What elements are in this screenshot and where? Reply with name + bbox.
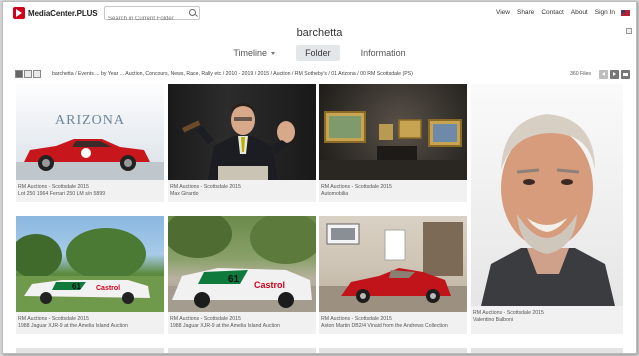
tab-timeline[interactable]: Timeline	[224, 45, 284, 61]
sponsor-text: Castrol	[96, 285, 120, 292]
portrait-image	[481, 114, 615, 306]
prev-page-icon[interactable]	[599, 70, 608, 79]
photo-caption-subtitle: Max Girardo	[170, 191, 199, 197]
aston-martin-image	[319, 222, 467, 312]
tab-information-label: Information	[360, 48, 406, 58]
photo-thumbnail[interactable]	[471, 84, 623, 306]
photo-caption-subtitle: Automobilia	[321, 191, 349, 197]
photo-card[interactable]: RM Auctions - Scottsdale 2015 Max Girard…	[168, 84, 316, 202]
list-view-icon[interactable]	[24, 70, 32, 78]
car-number-text: 61	[228, 274, 240, 285]
top-nav: View Share Contact About Sign In	[489, 9, 630, 16]
photo-thumbnail[interactable]: 61 Castrol	[16, 216, 164, 312]
photo-card[interactable]: RM Auctions - Scottsdale 2015 Valentino …	[471, 84, 623, 334]
settings-icon[interactable]	[33, 70, 41, 78]
grid-view-icon[interactable]	[15, 70, 23, 78]
photo-thumbnail[interactable]: 61 Castrol	[168, 216, 316, 312]
arizona-banner-text: ARIZONA	[55, 113, 125, 128]
photo-card[interactable]	[16, 348, 164, 353]
photo-grid: ARIZONA RM Auctions - Scottsdale 2015 Lo…	[3, 84, 636, 353]
nav-about[interactable]: About	[571, 9, 588, 16]
tab-folder[interactable]: Folder	[296, 45, 340, 61]
photo-card[interactable]: 61 Castrol RM Auctions - Scottsdale 2015…	[16, 216, 164, 334]
photo-thumbnail[interactable]	[319, 84, 467, 180]
tab-information[interactable]: Information	[352, 45, 415, 61]
nav-sign-in[interactable]: Sign In	[595, 9, 615, 16]
photo-card[interactable]: RM Auctions - Scottsdale 2015 Aston Mart…	[319, 216, 467, 334]
jaguar-closeup-image: 61 Castrol	[168, 216, 316, 312]
top-bar: MediaCenter.PLUS View Share Contact Abou…	[3, 2, 636, 25]
pager	[597, 70, 630, 79]
folder-title: barchetta	[296, 27, 343, 39]
search-box[interactable]	[104, 6, 200, 25]
photo-card[interactable]: ARIZONA RM Auctions - Scottsdale 2015 Lo…	[16, 84, 164, 202]
car-number-text: 61	[72, 282, 81, 291]
folder-icon[interactable]	[621, 70, 630, 79]
us-flag-icon[interactable]	[621, 9, 630, 16]
chevron-down-icon	[271, 52, 276, 56]
photo-card[interactable]	[168, 348, 316, 353]
folder-toolbar: barchetta / Events ... by Year ... Aucti…	[3, 68, 636, 82]
photo-card[interactable]: 61 Castrol RM Auctions - Scottsdale 2015…	[168, 216, 316, 334]
photo-thumbnail[interactable]	[319, 216, 467, 312]
search-input[interactable]	[105, 13, 187, 25]
photo-caption-subtitle: 1988 Jaguar XJR-9 at the Amelia Island A…	[18, 323, 128, 329]
app-window: MediaCenter.PLUS View Share Contact Abou…	[2, 1, 637, 354]
nav-contact[interactable]: Contact	[541, 9, 563, 16]
tab-folder-label: Folder	[305, 48, 331, 58]
jaguar-outdoor-image: 61 Castrol	[16, 228, 164, 312]
nav-share[interactable]: Share	[517, 9, 534, 16]
brand-mark-icon	[13, 7, 25, 19]
photo-card[interactable]: RM Auctions - Scottsdale 2015 Automobili…	[319, 84, 467, 202]
search-icon[interactable]	[189, 9, 196, 16]
automobilia-image	[319, 111, 467, 180]
file-count: 360 Files	[569, 71, 591, 77]
breadcrumb[interactable]: barchetta / Events ... by Year ... Aucti…	[52, 71, 413, 77]
photo-thumbnail[interactable]	[168, 84, 316, 180]
photo-card[interactable]	[319, 348, 467, 353]
view-tabs: Timeline Folder Information	[3, 44, 636, 62]
sponsor-text: Castrol	[254, 280, 285, 290]
close-icon[interactable]	[626, 28, 632, 34]
brand-name: MediaCenter.PLUS	[28, 8, 98, 18]
photo-caption-subtitle: Valentino Balboni	[473, 317, 513, 323]
photo-thumbnail[interactable]: ARIZONA	[16, 84, 164, 180]
photo-caption-subtitle: Lot 250 1964 Ferrari 250 LM s/n 5899	[18, 191, 106, 197]
view-mode-buttons	[15, 70, 42, 78]
photo-caption-subtitle: Aston Martin DB2/4 Vinaid from the Andre…	[321, 323, 448, 329]
tab-timeline-label: Timeline	[233, 48, 268, 58]
photo-caption-subtitle: 1988 Jaguar XJR-9 at the Amelia Island A…	[170, 323, 280, 329]
nav-view[interactable]: View	[496, 9, 510, 16]
brand-logo[interactable]: MediaCenter.PLUS	[13, 7, 98, 19]
ferrari-scene-image: ARIZONA	[16, 113, 164, 180]
auctioneer-image	[181, 103, 295, 180]
photo-card[interactable]	[471, 348, 623, 353]
next-page-icon[interactable]	[610, 70, 619, 79]
